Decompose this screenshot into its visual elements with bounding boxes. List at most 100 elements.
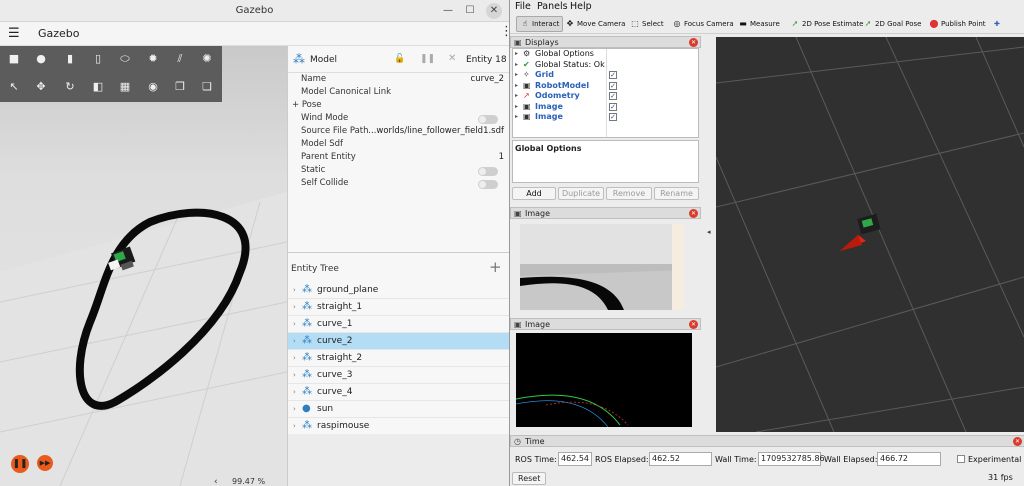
rotate-mode-icon[interactable]: ↻ [62,80,78,94]
wind-mode-toggle[interactable] [478,115,498,124]
expand-chevron-icon[interactable]: › [293,303,296,311]
remove-display-button[interactable]: Remove [606,187,652,200]
translate-mode-icon[interactable]: ✥ [33,80,49,94]
rviz-3d-view[interactable] [716,37,1024,432]
measure-tool-button[interactable]: ▬ Measure [738,16,780,32]
stats-expand-chevron-icon[interactable]: ‹ [214,477,218,486]
add-display-button[interactable]: Add [512,187,556,200]
hamburger-menu-icon[interactable]: ☰ [8,26,20,41]
add-entity-icon[interactable]: + [489,258,502,276]
prop-key[interactable]: + Pose [292,100,322,110]
maximize-icon[interactable]: ☐ [462,3,478,19]
expand-arrow-icon[interactable]: ▸ [515,49,518,59]
tree-item-curve-2[interactable]: › ⁂ curve_2 [288,333,510,350]
splitter-arrow-right-icon[interactable]: ◂ [1017,228,1021,236]
display-row-odometry[interactable]: ▸ ↗ Odometry ✓ [513,91,699,102]
play-pause-button[interactable]: ❚❚ [11,455,29,473]
display-row-robot-model[interactable]: ▸ ▣ RobotModel ✓ [513,81,699,92]
enable-checkbox[interactable]: ✓ [609,92,617,100]
ros-time-field[interactable]: 462.54 [558,452,592,466]
tree-item-sun[interactable]: › ● sun [288,401,510,418]
pose-estimate-tool-button[interactable]: ➚ 2D Pose Estimate [790,16,864,32]
tree-item-curve-4[interactable]: › ⁂ curve_4 [288,384,510,401]
close-icon[interactable]: ✕ [486,3,502,19]
experimental-checkbox[interactable] [957,455,965,463]
expand-chevron-icon[interactable]: › [293,388,296,396]
expand-arrow-icon[interactable]: ▸ [515,60,518,70]
transform-control-icon[interactable]: ◧ [90,80,106,94]
move-camera-tool-button[interactable]: ✥ Move Camera [565,16,626,32]
display-row-image-2[interactable]: ▸ ▣ Image ✓ [513,112,699,123]
add-tool-icon[interactable]: ✚ [994,16,1000,32]
static-toggle[interactable] [478,167,498,176]
close-icon[interactable]: ✕ [1013,437,1022,446]
wall-time-field[interactable]: 1709532785.86 [758,452,825,466]
select-tool-button[interactable]: ⬚ Select [630,16,663,32]
image-panel-1-header[interactable]: ▣ Image ✕ [510,207,701,219]
screenshot-icon[interactable]: ◉ [145,80,161,94]
focus-camera-tool-button[interactable]: ◎ Focus Camera [672,16,734,32]
lock-icon[interactable]: 🔓 [394,54,405,64]
tree-item-curve-1[interactable]: › ⁂ curve_1 [288,316,510,333]
step-forward-button[interactable]: ▶▶ [37,455,53,471]
tree-item-straight-1[interactable]: › ⁂ straight_1 [288,299,510,316]
copy-icon[interactable]: ❐ [172,80,188,94]
tree-item-raspimouse[interactable]: › ⁂ raspimouse [288,418,510,435]
expand-chevron-icon[interactable]: › [293,371,296,379]
capsule-shape-icon[interactable]: ▯ [90,52,106,66]
directional-light-icon[interactable]: ⫽ [172,52,188,66]
gazebo-titlebar[interactable]: Gazebo — ☐ ✕ [0,0,509,22]
enable-checkbox[interactable]: ✓ [609,81,617,90]
spot-light-icon[interactable]: ✺ [199,52,215,66]
menu-file[interactable]: File [515,1,531,12]
close-icon[interactable]: ✕ [689,38,698,47]
tree-item-straight-2[interactable]: › ⁂ straight_2 [288,350,510,367]
expand-chevron-icon[interactable]: › [293,422,296,430]
cylinder-shape-icon[interactable]: ▮ [62,52,78,66]
prop-row-pose[interactable]: + Pose [288,100,510,113]
select-mode-icon[interactable]: ↖ [6,80,22,94]
expand-chevron-icon[interactable]: › [293,354,296,362]
display-row-global-status[interactable]: ▸ ✔ Global Status: Ok [513,60,699,71]
splitter-arrow-left-icon[interactable]: ◂ [707,228,711,236]
image-panel-2-header[interactable]: ▣ Image ✕ [510,318,701,330]
close-icon[interactable]: ✕ [689,320,698,329]
time-panel-header[interactable]: ◷ Time ✕ [510,435,1024,447]
ellipsoid-shape-icon[interactable]: ⬭ [117,52,133,66]
displays-panel-header[interactable]: ▣ Displays ✕ [510,36,701,48]
wall-elapsed-field[interactable]: 466.72 [877,452,941,466]
display-row-global-options[interactable]: ▸ ⚙ Global Options [513,49,699,60]
menu-panels[interactable]: Panels [537,1,568,12]
close-icon[interactable]: ✕ [448,53,456,64]
expand-chevron-icon[interactable]: › [293,405,296,413]
menu-help[interactable]: Help [570,1,592,12]
enable-checkbox[interactable]: ✓ [609,113,617,121]
paste-icon[interactable]: ❏ [199,80,215,94]
expand-arrow-icon[interactable]: ▸ [515,91,518,101]
point-light-icon[interactable]: ✹ [145,52,161,66]
sphere-shape-icon[interactable]: ● [33,52,49,66]
expand-chevron-icon[interactable]: › [293,320,296,328]
display-row-image-1[interactable]: ▸ ▣ Image ✓ [513,102,699,113]
scene-3d-viewport[interactable]: ■ ● ▮ ▯ ⬭ ✹ ⫽ ✺ ↖ ✥ ↻ ◧ ▦ ◉ ❐ ❏ ❚❚ ▶▶ ‹ … [0,46,287,486]
reset-button[interactable]: Reset [512,472,547,485]
goal-pose-tool-button[interactable]: ➚ 2D Goal Pose [863,16,922,32]
expand-chevron-icon[interactable]: › [293,337,296,345]
expand-chevron-icon[interactable]: › [293,286,296,294]
expand-arrow-icon[interactable]: ▸ [515,81,518,91]
close-icon[interactable]: ✕ [689,209,698,218]
minimize-icon[interactable]: — [440,3,456,19]
publish-point-tool-button[interactable]: ⬤ Publish Point [929,16,986,32]
rename-display-button[interactable]: Rename [654,187,699,200]
interact-tool-button[interactable]: ☝ Interact [516,16,564,32]
enable-checkbox[interactable]: ✓ [609,71,617,79]
tree-item-curve-3[interactable]: › ⁂ curve_3 [288,367,510,384]
pause-updates-icon[interactable]: ❚❚ [420,54,435,64]
ros-elapsed-field[interactable]: 462.52 [649,452,712,466]
box-shape-icon[interactable]: ■ [6,52,22,66]
display-row-grid[interactable]: ▸ ✧ Grid ✓ [513,70,699,81]
expand-arrow-icon[interactable]: ▸ [515,112,518,122]
expand-arrow-icon[interactable]: ▸ [515,102,518,112]
grid-config-icon[interactable]: ▦ [117,80,133,94]
enable-checkbox[interactable]: ✓ [609,102,617,111]
